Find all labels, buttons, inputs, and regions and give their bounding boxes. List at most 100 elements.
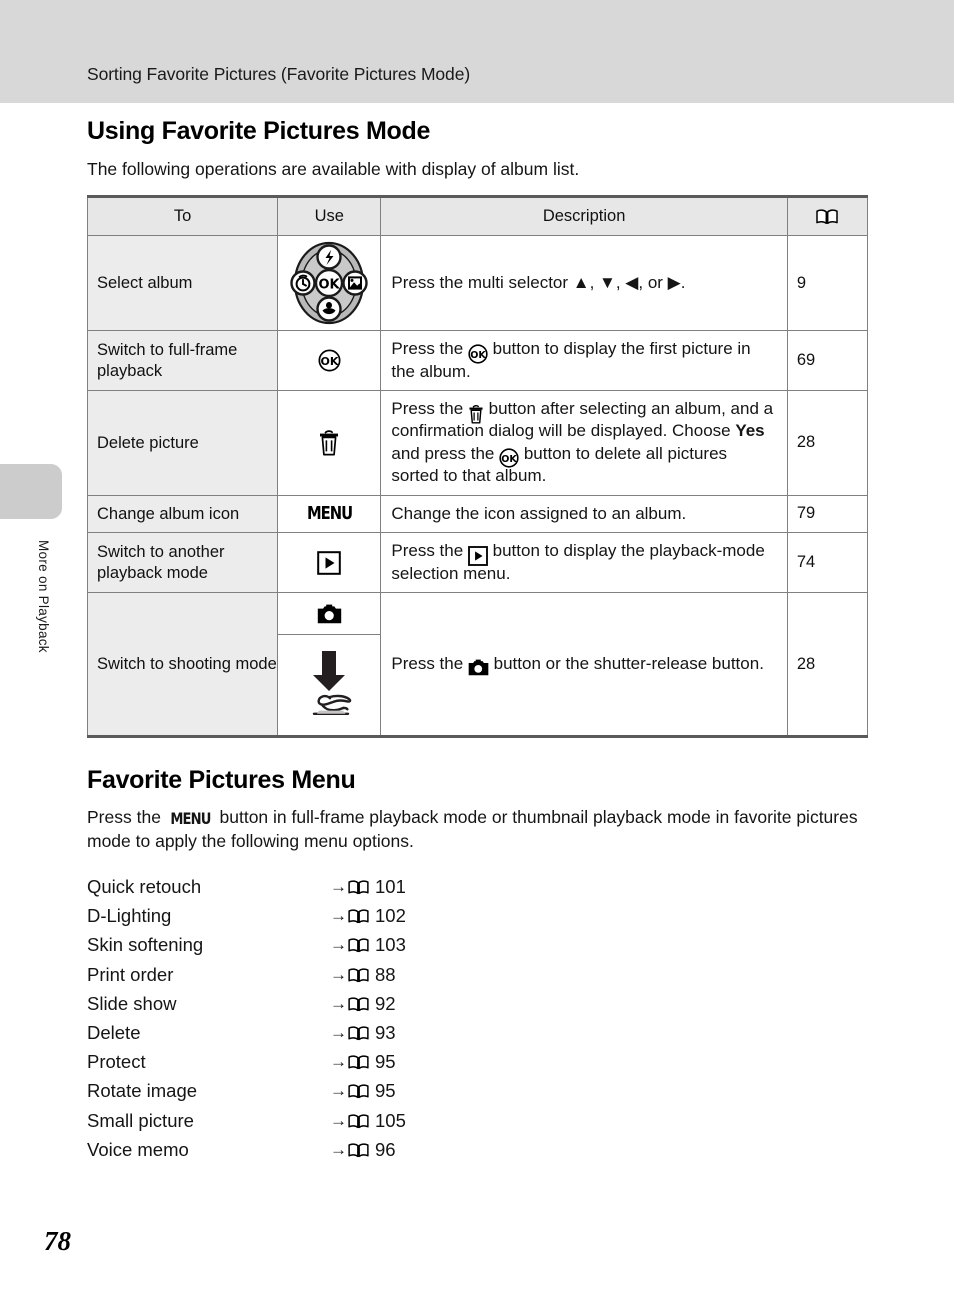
row-action-label: Delete picture: [86, 390, 279, 496]
list-item[interactable]: Protect → 95: [87, 1051, 869, 1080]
menu-option-page: 96: [375, 1138, 396, 1160]
menu-option-page: 102: [375, 905, 406, 927]
row-reference-page: 69: [786, 330, 869, 391]
camera-button-icon: [317, 604, 342, 624]
menu-option-reference: → 96: [330, 1139, 396, 1161]
list-item[interactable]: Print order → 88: [87, 964, 869, 993]
row-action-label: Select album: [86, 235, 279, 332]
menu-option-reference: → 88: [330, 964, 396, 986]
list-item[interactable]: D-Lighting → 102: [87, 905, 869, 934]
row-use-cell: [277, 532, 382, 594]
menu-button-icon: MENU: [306, 503, 353, 525]
arrow-right-icon: →: [330, 1139, 347, 1159]
page-number: 78: [44, 1226, 71, 1256]
menu-option-reference: → 103: [330, 934, 406, 956]
camera-button-icon: [468, 656, 489, 676]
shutter-release-press-icon: [300, 647, 358, 723]
open-book-icon: [348, 878, 369, 895]
arrow-right-icon: →: [330, 906, 347, 926]
running-header-title: Sorting Favorite Pictures (Favorite Pict…: [87, 64, 471, 84]
list-item[interactable]: Skin softening → 103: [87, 934, 869, 963]
menu-option-reference: → 92: [330, 993, 396, 1015]
open-book-icon: [816, 209, 839, 225]
list-item[interactable]: Delete → 93: [87, 1022, 869, 1051]
menu-option-label: Print order: [87, 963, 174, 985]
menu-option-reference: → 101: [330, 876, 406, 898]
menu-option-reference: → 95: [330, 1080, 396, 1102]
open-book-icon: [348, 966, 369, 982]
row-action-label: Switch to shooting mode: [86, 592, 279, 739]
arrow-right-icon: →: [330, 1022, 347, 1042]
list-item[interactable]: Voice memo → 96: [87, 1139, 869, 1168]
menu-options-list: Quick retouch → 101 D-Lighting → 102 Ski…: [87, 876, 869, 1168]
row-description-text: Press the multi selector ▲, ▼, ◀, or ▶.: [391, 272, 686, 292]
open-book-icon: [348, 1024, 369, 1041]
page-title: Using Favorite Pictures Mode: [87, 117, 431, 145]
row-use-cell: [277, 592, 382, 739]
column-header-description: Description: [380, 195, 788, 237]
menu-section-intro: Press the MENU button in full-frame play…: [87, 806, 869, 854]
arrow-right-icon: →: [330, 964, 347, 984]
open-book-icon: [348, 1053, 369, 1070]
row-reference-page: 9: [786, 235, 869, 332]
desc-text-before: Press the: [391, 339, 468, 359]
row-description-text: Change the icon assigned to an album.: [391, 503, 687, 523]
menu-option-reference: → 102: [330, 905, 406, 927]
multi-selector-dial-icon: OK: [286, 240, 372, 326]
menu-option-page: 101: [375, 876, 406, 897]
menu-option-page: 92: [375, 992, 396, 1014]
row-description: Press the button after selecting an albu…: [380, 390, 788, 496]
row-description: Press the button to display the playback…: [380, 532, 788, 594]
svg-text:OK: OK: [470, 349, 486, 360]
trash-icon: [468, 400, 484, 424]
ok-button-icon: OK: [318, 349, 341, 372]
use-subcell-shutter: [278, 635, 380, 736]
trash-icon: [318, 429, 340, 456]
desc-text-after: button or the shutter-release button.: [488, 653, 764, 673]
list-item[interactable]: Rotate image → 95: [87, 1080, 869, 1109]
row-reference-page: 28: [786, 592, 869, 739]
row-action-label: Switch to another playback mode: [86, 532, 279, 594]
operations-table: To Use Description Select album OK Press…: [86, 195, 869, 739]
table-row: Switch to another playback mode Press th…: [86, 532, 869, 594]
table-row: Change album icon MENU Change the icon a…: [86, 494, 869, 534]
table-header-row: To Use Description: [86, 195, 869, 237]
use-split-cell: [278, 593, 381, 736]
svg-text:OK: OK: [501, 454, 517, 465]
row-use-cell: OK: [277, 330, 382, 391]
menu-option-label: D-Lighting: [87, 905, 172, 927]
svg-text:OK: OK: [320, 355, 338, 368]
row-use-cell: MENU: [277, 494, 382, 534]
menu-option-page: 95: [375, 1051, 396, 1073]
list-item[interactable]: Quick retouch → 101: [87, 876, 869, 905]
list-item[interactable]: Slide show → 92: [87, 993, 869, 1022]
svg-text:OK: OK: [319, 278, 341, 293]
menu-button-icon: MENU: [170, 809, 211, 829]
menu-option-page: 95: [375, 1080, 396, 1102]
menu-section-title: Favorite Pictures Menu: [87, 766, 356, 795]
open-book-icon: [348, 1082, 369, 1099]
arrow-right-icon: →: [330, 1110, 347, 1130]
menu-option-reference: → 95: [330, 1051, 396, 1073]
open-book-icon: [348, 907, 369, 924]
running-header-band: [0, 0, 954, 103]
open-book-icon: [348, 995, 369, 1011]
menu-option-label: Protect: [87, 1051, 146, 1073]
use-subcell-camera: [278, 593, 381, 636]
ok-button-icon: OK: [468, 340, 488, 364]
arrow-right-icon: →: [330, 935, 347, 955]
row-reference-page: 74: [786, 532, 869, 594]
section-intro-text: The following operations are available w…: [87, 158, 580, 179]
row-description: Change the icon assigned to an album.: [380, 494, 788, 534]
row-action-label: Switch to full-frame playback: [86, 330, 279, 391]
table-row: Delete picture Press the button after se…: [86, 390, 869, 496]
menu-option-label: Rotate image: [87, 1080, 198, 1102]
side-chapter-tab-label: More on Playback: [36, 540, 51, 653]
menu-option-label: Delete: [87, 1021, 141, 1043]
menu-option-label: Small picture: [87, 1109, 194, 1131]
list-item[interactable]: Small picture → 105: [87, 1110, 869, 1139]
menu-option-label: Skin softening: [87, 934, 204, 956]
table-row: Select album OK Press the multi selector…: [86, 235, 869, 332]
menu-option-page: 105: [375, 1109, 406, 1131]
column-header-to: To: [86, 195, 279, 237]
